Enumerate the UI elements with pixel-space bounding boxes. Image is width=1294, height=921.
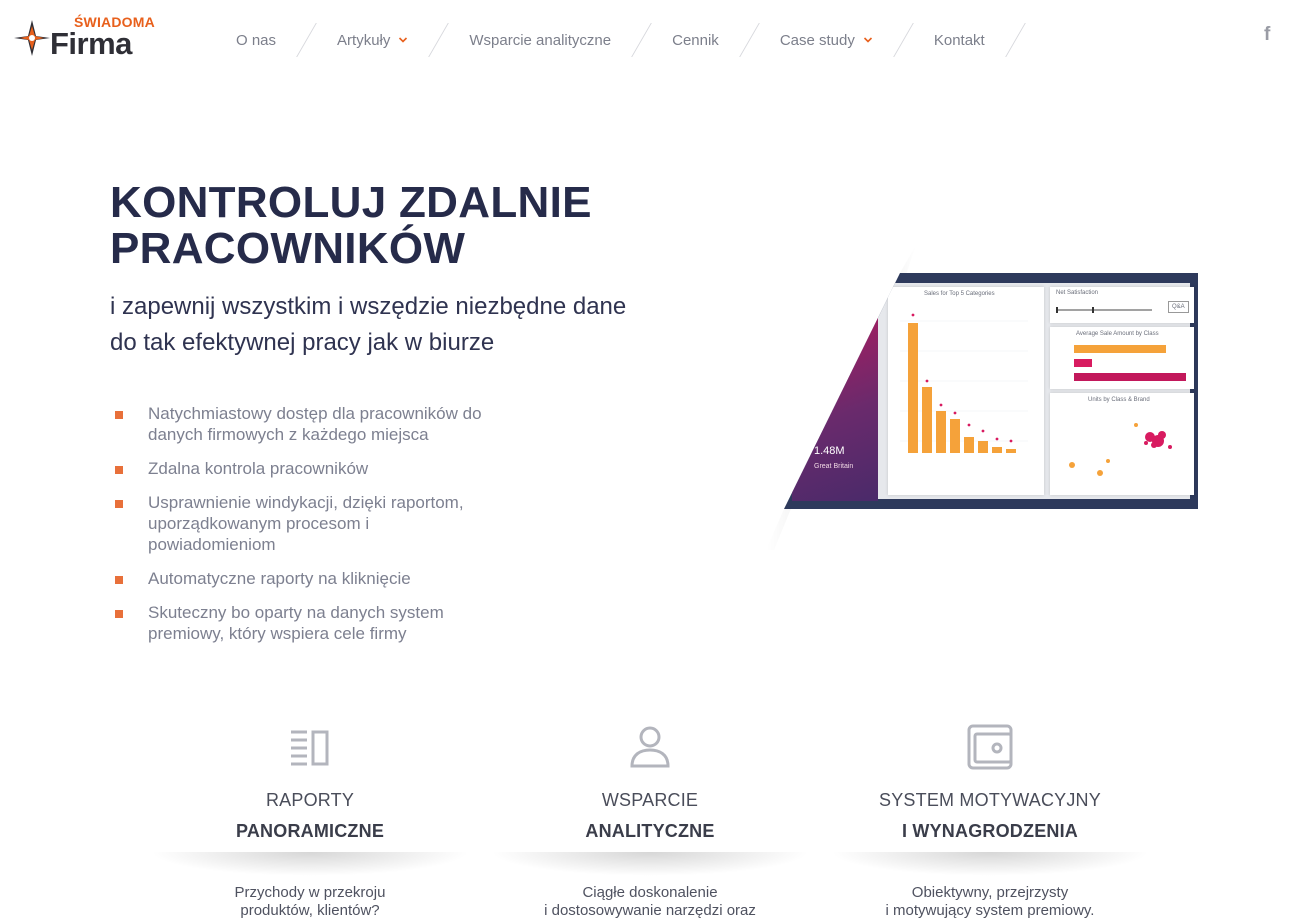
- nav-divider: [893, 23, 914, 57]
- bullet-item: Natychmiastowy dostęp dla pracowników do…: [112, 403, 492, 445]
- nav-label: Wsparcie analityczne: [469, 31, 612, 49]
- qa-button: Q&A: [1168, 301, 1189, 313]
- hero-subtitle-line1: i zapewnij wszystkim i wszędzie niezbędn…: [110, 293, 627, 320]
- nav-item-kontakt[interactable]: Kontakt: [918, 22, 1001, 58]
- facebook-icon[interactable]: f: [1264, 24, 1270, 46]
- hero-title-line2: PRACOWNIKÓW: [110, 224, 466, 273]
- hero-title-line1: KONTROLUJ ZDALNIE: [110, 178, 592, 227]
- hero-subtitle: i zapewnij wszystkim i wszędzie niezbędn…: [110, 289, 750, 361]
- avg-sale-panel: Average Sale Amount by Class: [1050, 327, 1194, 389]
- feature-desc-line1: Przychody w przekroju: [234, 884, 386, 901]
- bullet-item: Usprawnienie windykacji, dzięki raportom…: [112, 492, 492, 555]
- slider-track: [1056, 307, 1152, 313]
- nav-divider: [1004, 23, 1026, 57]
- feature-bullet-list: Natychmiastowy dostęp dla pracowników do…: [112, 403, 492, 657]
- nav-divider: [296, 23, 317, 57]
- nav-divider: [631, 23, 652, 57]
- nav-divider: [428, 23, 450, 57]
- feature-desc-line2: i dostosowywanie narzędzi oraz: [544, 902, 756, 919]
- feature-divider-shadow: [150, 852, 470, 876]
- hero-title: KONTROLUJ ZDALNIE PRACOWNIKÓW: [110, 180, 730, 272]
- feature-system-motywacyjny[interactable]: SYSTEM MOTYWACYJNY I WYNAGRODZENIA: [830, 722, 1150, 842]
- feature-title-line2: ANALITYCZNE: [585, 821, 715, 841]
- sales-bar-chart: [900, 313, 1028, 453]
- feature-divider-shadow: [490, 852, 810, 876]
- bullet-item: Automatyczne raporty na kliknięcie: [112, 568, 492, 589]
- nav-item-artykuly[interactable]: Artykuły: [321, 22, 424, 58]
- report-icon: [291, 730, 329, 766]
- feature-desc-line1: Obiektywny, przejrzysty: [911, 884, 1069, 901]
- dashboard-preview-image: 1.48M Great Britain Sales for Top 5 Cate…: [760, 245, 1205, 555]
- feature-title-line1: SYSTEM MOTYWACYJNY: [879, 790, 1101, 810]
- feature-description: Obiektywny, przejrzysty i motywujący sys…: [830, 884, 1150, 920]
- logo-main-text: Firma: [50, 26, 132, 61]
- feature-desc-line2: i motywujący system premiowy.: [885, 902, 1095, 919]
- feature-title-line1: WSPARCIE: [601, 790, 699, 810]
- units-scatter-title: Units by Class & Brand: [1088, 397, 1150, 403]
- nav-divider: [738, 23, 760, 57]
- feature-divider-shadow: [830, 852, 1150, 876]
- nav-label: Cennik: [672, 31, 719, 49]
- feature-description: Przychody w przekroju produktów, klientó…: [150, 884, 470, 920]
- units-scatter-panel: Units by Class & Brand: [1050, 393, 1194, 495]
- sales-chart-title: Sales for Top 5 Categories: [924, 291, 995, 297]
- feature-wsparcie[interactable]: WSPARCIE ANALITYCZNE: [490, 722, 810, 842]
- hero-subtitle-line2: do tak efektywnej pracy jak w biurze: [110, 329, 495, 356]
- site-header: ŚWIADOMA Firma O nas Artykuły Wsparcie a…: [0, 0, 1294, 80]
- main-nav: O nas Artykuły Wsparcie analityczne Cenn…: [220, 22, 1030, 58]
- nav-item-o-nas[interactable]: O nas: [220, 22, 292, 58]
- feature-raporty[interactable]: RAPORTY PANORAMICZNE: [150, 722, 470, 842]
- units-scatter-chart: [1069, 423, 1172, 476]
- nav-item-wsparcie-analityczne[interactable]: Wsparcie analityczne: [453, 22, 627, 58]
- bullet-item: Zdalna kontrola pracowników: [112, 458, 492, 479]
- sales-chart-panel: Sales for Top 5 Categories: [888, 287, 1044, 495]
- nav-label: Case study: [779, 31, 855, 49]
- feature-desc-line2: produktów, klientów?: [240, 902, 380, 919]
- kpi-value: 1.48M: [814, 445, 845, 457]
- feature-desc-line1: Ciągłe doskonalenie: [582, 884, 718, 901]
- nav-item-cennik[interactable]: Cennik: [656, 22, 735, 58]
- slider-panel: Net Satisfaction Q&A: [1050, 287, 1194, 323]
- logo[interactable]: ŚWIADOMA Firma: [12, 12, 162, 62]
- compass-logo-icon: [14, 20, 50, 56]
- bullet-item: Skuteczny bo oparty na danych system pre…: [112, 602, 492, 644]
- nav-item-case-study[interactable]: Case study: [764, 22, 889, 58]
- nav-label: O nas: [236, 31, 277, 49]
- feature-description: Ciągłe doskonalenie i dostosowywanie nar…: [490, 884, 810, 920]
- avg-sale-title: Average Sale Amount by Class: [1076, 331, 1159, 337]
- kpi-label: Great Britain: [814, 463, 854, 470]
- nav-label: Artykuły: [337, 31, 391, 49]
- feature-title-line2: I WYNAGRODZENIA: [902, 821, 1078, 841]
- user-icon: [630, 726, 670, 768]
- feature-title-line2: PANORAMICZNE: [235, 821, 385, 841]
- chevron-down-icon: [863, 37, 872, 43]
- feature-title-line1: RAPORTY: [265, 790, 355, 810]
- avg-sale-bar-chart: [1074, 345, 1186, 381]
- wallet-icon: [967, 724, 1013, 770]
- slider-label: Net Satisfaction: [1056, 290, 1099, 296]
- nav-label: Kontakt: [933, 31, 985, 49]
- chevron-down-icon: [399, 37, 408, 43]
